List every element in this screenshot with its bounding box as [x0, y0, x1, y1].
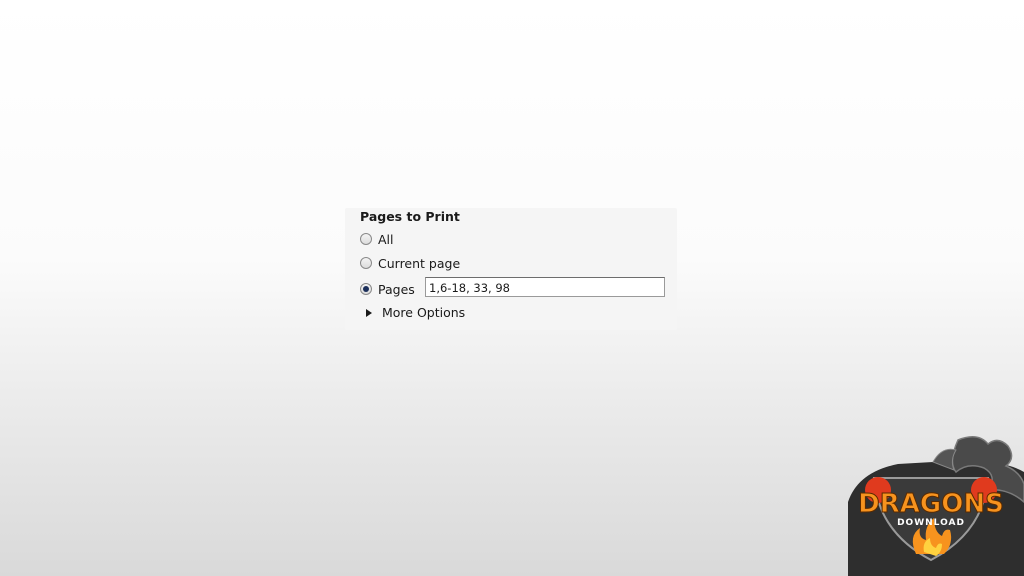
radio-all[interactable]: All: [360, 230, 394, 248]
radio-pages-label: Pages: [378, 281, 415, 297]
pages-range-input[interactable]: [425, 277, 665, 297]
radio-all-label: All: [378, 231, 394, 247]
logo-brand-text: DRAGONS: [858, 489, 1004, 519]
more-options-label: More Options: [382, 305, 466, 320]
logo-sub-text: DOWNLOAD: [897, 518, 965, 528]
radio-current-page-label: Current page: [378, 255, 461, 271]
group-title: Pages to Print: [360, 209, 460, 224]
radio-all-button[interactable]: [360, 233, 372, 245]
radio-current-page[interactable]: Current page: [360, 254, 460, 272]
radio-current-page-button[interactable]: [360, 257, 372, 269]
pages-to-print-group: Pages to Print All Current page Pages Mo…: [345, 208, 677, 330]
more-options-toggle[interactable]: More Options: [366, 305, 465, 320]
dragons-download-logo: DRAGONS DOWNLOAD: [848, 436, 1024, 576]
radio-pages[interactable]: Pages: [360, 280, 415, 298]
triangle-right-icon[interactable]: [366, 308, 372, 317]
radio-pages-button[interactable]: [360, 283, 372, 295]
